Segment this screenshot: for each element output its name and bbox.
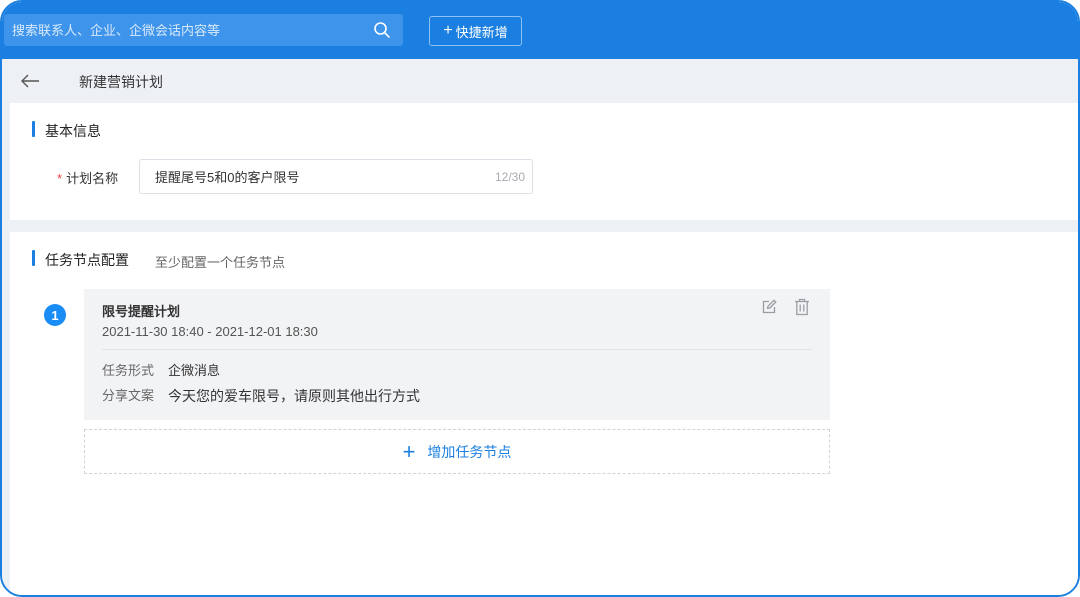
app-window: + 快捷新增 新建营销计划 基本信息 *计划名称 12/30 任务节点配置 至少… xyxy=(0,0,1080,597)
task-config-card: 任务节点配置 至少配置一个任务节点 1 限号提醒计划 2021-11-30 18… xyxy=(10,232,1078,595)
global-search[interactable] xyxy=(4,14,403,46)
top-bar: + 快捷新增 xyxy=(2,2,1078,59)
search-icon[interactable] xyxy=(373,21,391,39)
plus-icon: + xyxy=(402,438,416,464)
basic-info-card: 基本信息 *计划名称 12/30 xyxy=(10,103,1078,220)
required-mark: * xyxy=(57,171,63,186)
task-node-name: 限号提醒计划 xyxy=(102,304,181,319)
quick-add-label: 快捷新增 xyxy=(455,24,508,40)
task-form-value: 企微消息 xyxy=(168,363,221,378)
trash-icon[interactable] xyxy=(794,298,810,316)
task-node-time: 2021-11-30 18:40 - 2021-12-01 18:30 xyxy=(102,324,318,339)
task-node-card: 限号提醒计划 2021-11-30 18:40 - 2021-12-01 18:… xyxy=(84,289,830,420)
quick-add-button[interactable]: + 快捷新增 xyxy=(429,16,522,46)
share-copy-label: 分享文案 xyxy=(102,388,155,403)
divider xyxy=(102,349,812,350)
page-header: 新建营销计划 xyxy=(2,59,1078,103)
add-task-node-button[interactable]: + 增加任务节点 xyxy=(84,429,830,474)
plan-name-field[interactable]: 12/30 xyxy=(139,159,533,194)
plan-name-label: * 计划名称 xyxy=(57,168,118,187)
edit-icon[interactable] xyxy=(761,299,777,315)
plus-icon: + xyxy=(443,22,453,39)
section-hint: 至少配置一个任务节点 xyxy=(155,255,286,270)
section-title-basic: 基本信息 xyxy=(45,123,101,139)
task-form-label: 任务形式 xyxy=(102,363,155,378)
page-title: 新建营销计划 xyxy=(79,74,163,90)
section-title-task: 任务节点配置 xyxy=(45,252,129,268)
section-marker xyxy=(32,250,35,266)
share-copy-value: 今天您的爱车限号，请原则其他出行方式 xyxy=(168,388,420,404)
add-task-node-label: 增加任务节点 xyxy=(427,443,512,460)
back-arrow-icon[interactable] xyxy=(20,72,40,90)
plan-name-label-text: 计划名称 xyxy=(66,171,119,186)
section-marker xyxy=(32,121,35,137)
search-input[interactable] xyxy=(4,15,364,45)
plan-name-input[interactable] xyxy=(140,160,460,193)
char-counter: 12/30 xyxy=(494,170,525,184)
step-number-badge: 1 xyxy=(44,304,66,326)
